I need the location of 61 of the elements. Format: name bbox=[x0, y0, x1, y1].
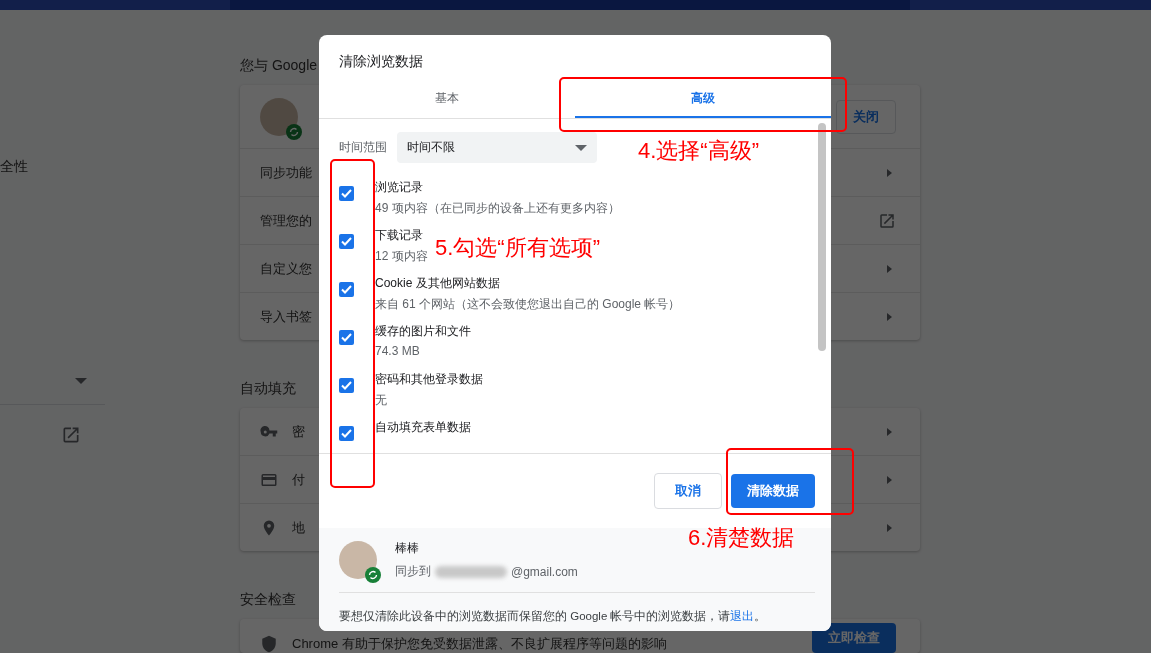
checkbox[interactable] bbox=[339, 378, 354, 393]
nav-label[interactable]: 全性 bbox=[0, 158, 105, 178]
time-range-select[interactable]: 时间不限 bbox=[397, 132, 597, 163]
annotation-text: 6.清楚数据 bbox=[688, 527, 795, 549]
chevron-right-icon bbox=[887, 312, 892, 321]
annotation-text: 4.选择“高级” bbox=[638, 140, 759, 162]
blurred-email bbox=[435, 565, 507, 578]
setting-label: 密 bbox=[292, 422, 305, 441]
section-title: 您与 Google bbox=[240, 57, 318, 75]
item-label: 下载记录 bbox=[375, 227, 424, 244]
section-title: 自动填充 bbox=[240, 380, 296, 398]
sync-label: 同步到 bbox=[395, 563, 431, 580]
scrollbar-thumb[interactable] bbox=[818, 123, 826, 351]
annotation-text: 5.勾选“所有选项” bbox=[435, 237, 600, 259]
setting-label: 付 bbox=[292, 470, 305, 489]
chevron-right-icon bbox=[887, 523, 892, 532]
tab[interactable]: 基本 bbox=[319, 80, 575, 118]
close-sync-button[interactable]: 关闭 bbox=[836, 99, 896, 134]
chevron-right-icon bbox=[887, 168, 892, 177]
cancel-button[interactable]: 取消 bbox=[654, 473, 722, 509]
chevron-right-icon bbox=[887, 264, 892, 273]
sync-badge-icon bbox=[365, 567, 381, 583]
account-name: 棒棒 bbox=[395, 540, 420, 557]
time-range-label: 时间范围 bbox=[339, 139, 387, 156]
email-domain: @gmail.com bbox=[511, 564, 578, 579]
check-now-button[interactable]: 立即检查 bbox=[812, 623, 896, 653]
item-label: 密码和其他登录数据 bbox=[375, 371, 483, 388]
dropdown-caret-icon bbox=[575, 144, 587, 151]
item-detail: 来自 61 个网站（这不会致使您退出自己的 Google 帐号） bbox=[375, 296, 681, 313]
item-label: 缓存的图片和文件 bbox=[375, 323, 471, 340]
setting-label: 管理您的 bbox=[260, 211, 312, 230]
setting-label: 同步功能 bbox=[260, 163, 312, 182]
setting-label: 自定义您 bbox=[260, 259, 312, 278]
sign-out-note: 要想仅清除此设备中的浏览数据而保留您的 Google 帐号中的浏览数据，请退出。 bbox=[339, 609, 768, 624]
sign-out-link[interactable]: 退出 bbox=[730, 610, 755, 622]
setting-label: 地 bbox=[292, 518, 305, 537]
chevron-right-icon bbox=[887, 427, 892, 436]
clear-data-button[interactable]: 清除数据 bbox=[731, 474, 815, 508]
dropdown-caret-icon[interactable] bbox=[75, 378, 87, 384]
shield-icon bbox=[260, 635, 278, 653]
item-label: 浏览记录 bbox=[375, 179, 424, 196]
open-in-new-icon[interactable] bbox=[878, 211, 896, 230]
open-in-new-icon[interactable] bbox=[61, 425, 81, 445]
checkbox[interactable] bbox=[339, 186, 354, 201]
setting-label: Chrome 有助于保护您免受数据泄露、不良扩展程序等问题的影响 bbox=[292, 635, 667, 653]
item-detail: 12 项内容 bbox=[375, 248, 428, 265]
item-detail: 无 bbox=[375, 392, 388, 409]
sync-badge-icon bbox=[286, 123, 302, 140]
item-detail: 74.3 MB bbox=[375, 344, 421, 358]
checkbox[interactable] bbox=[339, 330, 354, 345]
item-label: 自动填充表单数据 bbox=[375, 419, 471, 436]
setting-label: 导入书签 bbox=[260, 307, 312, 326]
item-detail: 49 项内容（在已同步的设备上还有更多内容） bbox=[375, 200, 620, 217]
item-label: Cookie 及其他网站数据 bbox=[375, 275, 501, 292]
section-title: 安全检查 bbox=[240, 591, 296, 609]
dialog-title: 清除浏览数据 bbox=[338, 52, 424, 71]
chevron-right-icon bbox=[887, 475, 892, 484]
checkbox[interactable] bbox=[339, 234, 354, 249]
checkbox[interactable] bbox=[339, 282, 354, 297]
checkbox[interactable] bbox=[339, 426, 354, 441]
tab[interactable]: 高级 bbox=[575, 80, 831, 118]
